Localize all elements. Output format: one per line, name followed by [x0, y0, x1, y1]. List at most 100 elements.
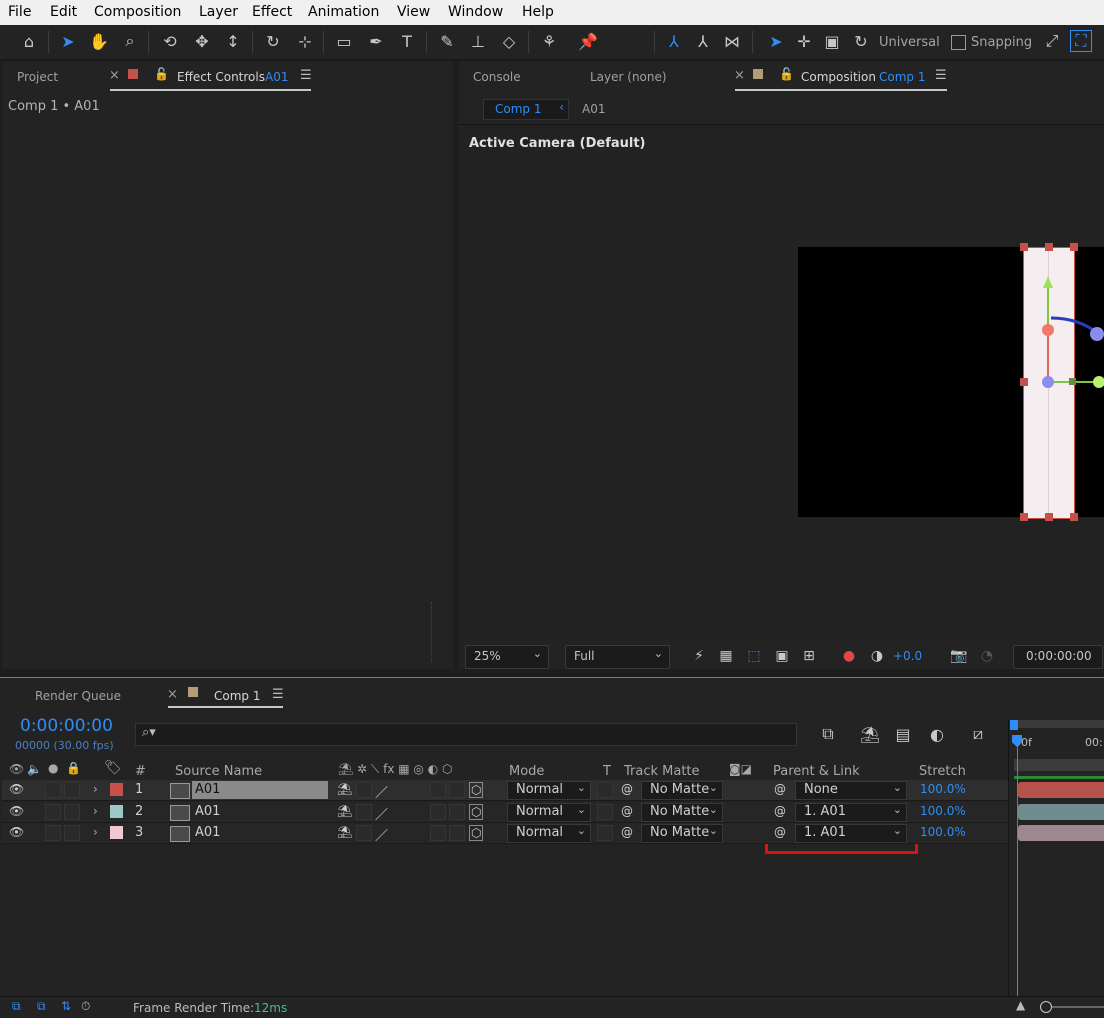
- stretch-value[interactable]: 100.0%: [920, 804, 966, 818]
- show-snapshot-icon[interactable]: ◔: [975, 644, 999, 668]
- tab-composition[interactable]: Composition: [801, 70, 876, 84]
- quality-switch-icon[interactable]: ／: [375, 825, 388, 844]
- layer-row[interactable]: 👁 › 3 A01 ⛱ ／ ⬡ Normal ⌄ @ No Matte ⌄ @1. A01 ⌄ 100.0%: [2, 823, 1008, 844]
- comp-subtab-active[interactable]: Comp 1 ‹: [483, 99, 569, 120]
- solo-toggle[interactable]: [45, 825, 61, 841]
- adjustment-switch[interactable]: [449, 825, 465, 841]
- lock-toggle[interactable]: [64, 825, 80, 841]
- lock-icon[interactable]: 🔓: [154, 67, 169, 81]
- adjustment-switch[interactable]: [449, 782, 465, 798]
- close-icon[interactable]: ×: [109, 68, 120, 83]
- solo-toggle[interactable]: [45, 782, 61, 798]
- brush-tool-icon[interactable]: ✎: [435, 29, 459, 53]
- world-axis-mode-icon[interactable]: ⅄: [691, 29, 715, 53]
- blend-mode-dropdown[interactable]: Normal ⌄: [507, 781, 591, 800]
- blend-mode-dropdown[interactable]: Normal ⌄: [507, 802, 591, 822]
- reset-exposure-icon[interactable]: ◑: [865, 644, 889, 668]
- eye-icon[interactable]: 👁: [9, 782, 24, 796]
- timeline-zoom-thumb[interactable]: [1040, 1001, 1052, 1013]
- panel-menu-icon[interactable]: ☰: [272, 687, 284, 702]
- motion-blur-icon[interactable]: ◐: [925, 722, 949, 746]
- stretch-value[interactable]: 100.0%: [920, 782, 966, 796]
- parent-dropdown[interactable]: 1. A01 ⌄: [795, 802, 907, 822]
- lock-toggle[interactable]: [64, 782, 80, 798]
- hand-tool-icon[interactable]: ✋: [87, 29, 111, 53]
- in-out-toggle-icon[interactable]: ⇅: [61, 999, 71, 1013]
- 3d-gizmo-icon[interactable]: [1029, 270, 1104, 410]
- transform-handle[interactable]: [1045, 243, 1053, 251]
- parent-dropdown[interactable]: 1. A01 ⌄: [795, 824, 907, 843]
- track-matte-dropdown[interactable]: No Matte ⌄: [641, 824, 723, 843]
- adjustment-switch[interactable]: [449, 803, 465, 820]
- column-source-name[interactable]: Source Name: [175, 764, 262, 779]
- 3d-scale-icon[interactable]: ▣: [820, 29, 844, 53]
- collapse-switch[interactable]: [356, 782, 372, 798]
- 3d-layer-switch-icon[interactable]: ⬡: [469, 803, 484, 820]
- audio-icon[interactable]: 🔈: [27, 762, 42, 776]
- selection-tool-icon[interactable]: ➤: [56, 29, 80, 53]
- timeline-timecode[interactable]: 0:00:00:00: [20, 716, 113, 736]
- effect-switch[interactable]: [430, 803, 446, 820]
- parent-pickwhip-icon[interactable]: @: [774, 782, 786, 796]
- close-icon[interactable]: ×: [167, 687, 178, 702]
- label-color-swatch[interactable]: [110, 804, 123, 818]
- region-of-interest-icon[interactable]: ▣: [770, 644, 794, 668]
- tab-console[interactable]: Console: [473, 70, 521, 84]
- orbit-camera-icon[interactable]: ⟲: [158, 29, 182, 53]
- menu-view[interactable]: View: [397, 4, 430, 20]
- transform-handle[interactable]: [1020, 378, 1028, 386]
- transform-handle[interactable]: [1020, 243, 1028, 251]
- shy-switch-icon[interactable]: ⛱: [337, 804, 352, 818]
- 3d-rotate-icon[interactable]: ↻: [849, 29, 873, 53]
- quality-switch-icon[interactable]: ／: [375, 804, 388, 823]
- grid-guides-icon[interactable]: ⊞: [797, 644, 821, 668]
- view-axis-mode-icon[interactable]: ⋈: [720, 29, 744, 53]
- layer-duration-bar[interactable]: [1018, 782, 1104, 798]
- time-ruler[interactable]: 00f 00:: [1010, 720, 1104, 780]
- 3d-selection-icon[interactable]: ➤: [764, 29, 788, 53]
- layer-duration-bar[interactable]: [1018, 803, 1104, 820]
- menu-file[interactable]: File: [8, 4, 31, 20]
- track-matte-dropdown[interactable]: No Matte ⌄: [641, 781, 723, 800]
- comp-subtab-layer[interactable]: A01: [582, 102, 605, 116]
- menu-help[interactable]: Help: [522, 4, 554, 20]
- layer-switches-toggle-icon[interactable]: ⧉: [12, 999, 21, 1014]
- layer-row[interactable]: 👁 › 2 A01 ⛱ ／ ⬡ Normal ⌄ @ No Matte ⌄ @1. A01 ⌄ 100.0%: [2, 801, 1008, 823]
- eye-icon[interactable]: 👁: [9, 762, 24, 776]
- layer-duration-bar[interactable]: [1018, 825, 1104, 841]
- zoom-dropdown[interactable]: 25% ⌄: [465, 645, 549, 669]
- shy-switch-icon[interactable]: ⛱: [337, 782, 352, 796]
- matte-pickwhip-icon[interactable]: @: [621, 825, 633, 839]
- current-time-field[interactable]: 0:00:00:00: [1013, 645, 1103, 669]
- preserve-transparency-toggle[interactable]: [597, 803, 613, 820]
- zoom-out-icon[interactable]: ▲: [1016, 998, 1025, 1012]
- frame-blending-icon[interactable]: ▤: [891, 722, 915, 746]
- channels-icon[interactable]: ●: [837, 644, 861, 668]
- matte-pickwhip-icon[interactable]: @: [621, 782, 633, 796]
- chevron-right-icon[interactable]: ›: [93, 782, 98, 796]
- menu-window[interactable]: Window: [448, 4, 503, 20]
- home-icon[interactable]: ⌂: [17, 29, 41, 53]
- pan-camera-icon[interactable]: ✥: [190, 29, 214, 53]
- menu-effect[interactable]: Effect: [252, 4, 292, 20]
- tab-render-queue[interactable]: Render Queue: [35, 689, 121, 703]
- preserve-transparency-toggle[interactable]: [597, 782, 613, 798]
- preserve-transparency-toggle[interactable]: [597, 825, 613, 841]
- composition-mini-flowchart-icon[interactable]: ⧉: [816, 722, 840, 746]
- render-time-toggle-icon[interactable]: ⏱: [81, 999, 90, 1014]
- stretch-value[interactable]: 100.0%: [920, 825, 966, 839]
- parent-dropdown[interactable]: None ⌄: [795, 781, 907, 800]
- lock-toggle[interactable]: [64, 803, 80, 820]
- pan-behind-tool-icon[interactable]: ⊹: [293, 29, 317, 53]
- menu-animation[interactable]: Animation: [308, 4, 379, 20]
- menu-layer[interactable]: Layer: [199, 4, 238, 20]
- universal-label[interactable]: Universal: [879, 35, 940, 50]
- local-axis-mode-icon[interactable]: ⅄: [662, 29, 686, 53]
- effect-switch[interactable]: [430, 825, 446, 841]
- label-color-swatch[interactable]: [110, 826, 123, 839]
- resolution-dropdown[interactable]: Full ⌄: [565, 645, 670, 669]
- puppet-pin-tool-icon[interactable]: 📌: [576, 29, 600, 53]
- label-tag-icon[interactable]: 🏷: [104, 760, 122, 776]
- solo-toggle[interactable]: [45, 803, 61, 820]
- snap-options-icon[interactable]: ⤢: [1040, 29, 1064, 53]
